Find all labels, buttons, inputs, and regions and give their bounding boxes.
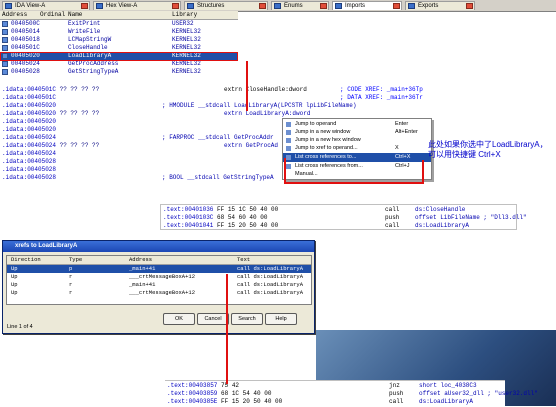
code-line[interactable]: .text:0040103C 68 54 60 40 00 push offset …	[163, 214, 527, 221]
disasm-line[interactable]: .idata:00405020; HMODULE __stdcall LoadL…	[2, 102, 356, 109]
tab-ida-view[interactable]: IDA View-A	[2, 1, 90, 10]
highlight-box	[0, 52, 238, 61]
import-icon	[2, 69, 8, 75]
code-line[interactable]: .text:00401041 FF 15 20 50 40 00 call ds:L…	[163, 222, 469, 229]
annotation-note: 此处如果你选中了LoadLibraryA，可以用快捷键 Ctrl+X	[428, 140, 548, 159]
imports-table: Address Ordinal Name Library 0040500C Exi…	[0, 11, 238, 77]
arrow-line	[284, 158, 286, 182]
close-icon[interactable]	[320, 3, 327, 9]
close-icon[interactable]	[393, 3, 400, 9]
imports-row[interactable]: 00405024 GetProcAddress KERNEL32	[0, 60, 238, 68]
hex-icon	[286, 138, 291, 143]
ida-view-icon	[5, 3, 12, 9]
hex-view-icon	[96, 3, 103, 9]
disasm-line[interactable]: .idata:00405024; FARPROC __stdcall GetPr…	[2, 134, 274, 141]
disasm-line[interactable]: .idata:00405024 ?? ?? ?? ?? extrn GetProc…	[2, 142, 278, 149]
status-text: Line 1 of 4	[7, 324, 33, 330]
disasm-line-selected[interactable]: .idata:00405020 ?? ?? ?? ?? extrn LoadLib…	[2, 110, 310, 117]
context-menu: Jump to operand Enter Jump in a new windo…	[282, 118, 432, 180]
structures-icon	[187, 3, 194, 9]
code-block-main: .text:00401036 FF 15 1C 50 40 00 call ds:C…	[160, 204, 527, 230]
xref-icon	[286, 146, 291, 151]
xrefs-row[interactable]: Up r ___crtMessageBoxA+12 call ds:LoadLibra…	[7, 289, 311, 297]
list-icon	[286, 164, 291, 169]
search-button[interactable]: Search	[231, 313, 263, 325]
close-icon[interactable]	[81, 3, 88, 9]
window-icon	[286, 130, 291, 135]
import-icon	[2, 37, 8, 43]
enums-icon	[274, 3, 281, 9]
code-line[interactable]: .text:00403857 75 42 jnz short loc_4038C3	[167, 382, 477, 389]
arrow-line	[422, 160, 424, 184]
disasm-line[interactable]: .idata:00405028	[2, 158, 56, 165]
import-icon	[2, 45, 8, 51]
imports-row[interactable]: 00405028 GetStringTypeA KERNEL32	[0, 68, 238, 76]
imports-row[interactable]: 0040501C CloseHandle KERNEL32	[0, 44, 238, 52]
dialog-title-bar[interactable]: xrefs to LoadLibraryA	[3, 241, 314, 252]
tab-structures[interactable]: Structures	[184, 1, 268, 10]
close-icon[interactable]	[259, 3, 266, 9]
close-icon[interactable]	[172, 3, 179, 9]
tab-enums[interactable]: Enums	[271, 1, 329, 10]
ok-button[interactable]: OK	[163, 313, 195, 325]
list-icon	[286, 155, 291, 160]
import-icon	[2, 61, 8, 67]
disasm-line[interactable]: .idata:0040501C ?? ?? ?? ?? extrn CloseHa…	[2, 86, 423, 93]
code-block-crt: .text:00403857 75 42 jnz short loc_4038C3 …	[165, 380, 538, 407]
xrefs-row[interactable]: Up r ___crtMessageBoxA+12 call ds:LoadLibra…	[7, 273, 311, 281]
xrefs-header: Direction Type Address Text	[7, 256, 311, 265]
arrow-line	[226, 274, 228, 384]
xrefs-dialog: xrefs to LoadLibraryA Direction Type Add…	[2, 240, 315, 334]
exports-icon	[408, 3, 415, 9]
tab-exports[interactable]: Exports	[405, 1, 475, 10]
code-line[interactable]: .text:00403859 68 1C 54 40 00 push offset …	[167, 390, 538, 397]
xrefs-row-selected[interactable]: Up p _main+41 call ds:LoadLibraryA	[7, 265, 311, 273]
disasm-line[interactable]: .idata:00405024	[2, 150, 56, 157]
menu-item-list-xrefs-to[interactable]: List cross references to... Ctrl+X	[283, 153, 431, 162]
code-line[interactable]: .text:00401036 FF 15 1C 50 40 00 call ds:C…	[163, 206, 465, 213]
import-icon	[2, 21, 8, 27]
disasm-line[interactable]: .idata:00405028	[2, 166, 56, 173]
disasm-line[interactable]: .idata:00405020	[2, 118, 56, 125]
disasm-line[interactable]: .idata:00405028; BOOL __stdcall GetStrin…	[2, 174, 274, 181]
imports-row[interactable]: 00405018 LCMapStringW KERNEL32	[0, 36, 238, 44]
menu-item-jump-xref[interactable]: Jump to xref to operand... X	[283, 144, 431, 153]
disasm-line[interactable]: .idata:00405020	[2, 126, 56, 133]
close-icon[interactable]	[466, 3, 473, 9]
disasm-line[interactable]: .idata:0040501C; DATA XREF: _main+36Tr	[2, 94, 423, 101]
imports-header: Address Ordinal Name Library	[0, 11, 238, 20]
menu-item-manual[interactable]: Manual...	[283, 170, 431, 179]
tab-hex-view[interactable]: Hex View-A	[93, 1, 181, 10]
import-icon	[2, 29, 8, 35]
imports-icon	[335, 3, 342, 9]
arrow-line	[284, 182, 424, 184]
imports-row[interactable]: 0040500C ExitPrint USER32	[0, 20, 238, 28]
xrefs-list[interactable]: Direction Type Address Text Up p _main+41 c…	[6, 255, 312, 305]
cancel-button[interactable]: Cancel	[197, 313, 229, 325]
code-line[interactable]: .text:0040385E FF 15 20 50 40 00 call ds:L…	[167, 398, 473, 405]
help-button[interactable]: Help	[265, 313, 297, 325]
arrow-line	[246, 61, 248, 111]
jump-icon	[286, 122, 291, 127]
imports-row[interactable]: 00405014 WriteFile KERNEL32	[0, 28, 238, 36]
tab-imports[interactable]: Imports	[332, 1, 402, 10]
xrefs-row[interactable]: Up r _main+41 call ds:LoadLibraryA	[7, 281, 311, 289]
